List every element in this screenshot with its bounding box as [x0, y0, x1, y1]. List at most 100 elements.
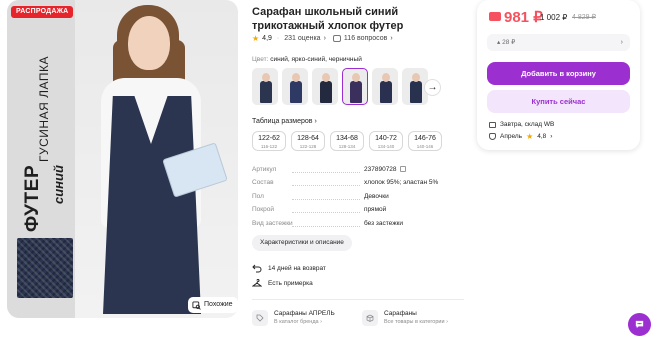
thumbnail-model-dress	[350, 81, 362, 103]
rating-row: ★ 4,9 · 231 оценка › 116 вопросов ›	[252, 34, 393, 43]
product-title: Сарафан школьный синий трикотажный хлопо…	[252, 6, 404, 32]
size-table-link[interactable]: Таблица размеров ›	[252, 118, 317, 125]
thumbnail-model-dress	[410, 81, 422, 103]
return-arrow-icon	[252, 264, 262, 273]
similar-button[interactable]: Похожие	[188, 297, 238, 313]
rating-value: 4,9	[262, 35, 272, 42]
color-thumbnail[interactable]	[312, 68, 338, 105]
chevron-right-icon: ›	[550, 133, 553, 140]
shield-icon	[489, 133, 496, 140]
photo-model-face	[128, 16, 170, 70]
specs-table: Артикул 237890728 Состав хлопок 95%; эласта…	[252, 166, 464, 233]
size-main: 140-72	[375, 135, 397, 142]
thumbnails-next-button[interactable]: →	[424, 79, 441, 96]
spec-key: Покрой	[252, 206, 274, 214]
divider	[252, 299, 464, 300]
spec-key: Состав	[252, 179, 274, 187]
box-icon	[362, 309, 378, 326]
wallet-icon	[489, 12, 501, 21]
spec-row: Покрой прямой	[252, 206, 464, 219]
spec-row: Артикул 237890728	[252, 166, 464, 179]
sale-badge: РАСПРОДАЖА	[11, 6, 74, 18]
product-photo[interactable]: РАСПРОДАЖА ФУТЕР ГУСИНАЯ ЛАПКА синий Пох…	[7, 0, 238, 318]
brand-card-subtitle: В каталог бренда ›	[274, 319, 322, 325]
copy-icon[interactable]	[399, 166, 406, 173]
size-option[interactable]: 140-72 134-140	[369, 131, 403, 151]
thumbnail-model-head	[322, 73, 330, 82]
return-text: 14 дней на возврат	[268, 264, 326, 272]
spec-row: Состав хлопок 95%; эластан 5%	[252, 179, 464, 192]
spec-value: 237890728	[364, 166, 406, 173]
characteristics-button[interactable]: Характеристики и описание	[252, 235, 352, 251]
size-main: 122-62	[258, 135, 280, 142]
spec-dots	[292, 172, 360, 173]
fitting-text: Есть примерка	[268, 279, 313, 287]
spec-row: Пол Девочки	[252, 193, 464, 206]
size-options: 122-62 116-122 128-64 122-128 134-68 128-134 1…	[252, 131, 442, 151]
thumbnail-model-head	[292, 73, 300, 82]
seller-rating: 4,8	[537, 133, 547, 140]
spec-dots	[292, 198, 360, 200]
size-main: 128-64	[297, 135, 319, 142]
size-table-label: Таблица размеров	[252, 118, 313, 125]
price-secondary: 1 002 ₽	[540, 13, 568, 22]
photo-caption-pattern: ГУСИНАЯ ЛАПКА	[37, 56, 51, 162]
size-sub: 128-134	[338, 144, 356, 149]
thumbnail-model-dress	[260, 81, 272, 103]
seller-link[interactable]: Апрель ★ 4,8 ›	[489, 132, 552, 141]
size-option[interactable]: 128-64 122-128	[291, 131, 325, 151]
size-option[interactable]: 122-62 116-122	[252, 131, 286, 151]
color-line: Цвет: синий, ярко-синий, черничный	[252, 56, 362, 63]
spec-dots	[292, 212, 360, 214]
photo-caption-fabric: ФУТЕР	[22, 164, 43, 232]
delivery-text: Завтра, склад WB	[500, 121, 555, 128]
hanger-icon	[252, 279, 262, 287]
price-card: 981 ₽ 1 002 ₽ 4 829 ₽ ▴ 28 ₽ › Добавить …	[477, 0, 640, 150]
spec-value: прямой	[364, 206, 387, 214]
reviews-link[interactable]: 231 оценка	[284, 35, 320, 42]
category-link[interactable]: Сарафаны Все товары в категории ›	[362, 309, 448, 326]
star-icon: ★	[526, 132, 534, 141]
size-sub: 134-140	[377, 144, 395, 149]
chevron-right-icon: ›	[620, 39, 623, 46]
color-thumbnail[interactable]	[372, 68, 398, 105]
installment-value: 28 ₽	[502, 39, 516, 46]
size-option[interactable]: 146-76 140-146	[408, 131, 442, 151]
spec-value: без застежки	[364, 219, 404, 227]
spec-key: Вид застежки	[252, 219, 293, 227]
color-thumbnail[interactable]	[282, 68, 308, 105]
similar-label: Похожие	[204, 301, 233, 308]
size-option[interactable]: 134-68 128-134	[330, 131, 364, 151]
brand-card-title: Сарафаны АПРЕЛЬ	[274, 310, 335, 317]
chat-button[interactable]	[628, 313, 651, 336]
image-search-icon	[192, 300, 201, 310]
chat-icon	[635, 320, 644, 329]
spec-dots	[292, 185, 360, 187]
thumbnail-model-head	[262, 73, 270, 82]
size-sub: 140-146	[416, 144, 434, 149]
chevron-right-icon: ›	[390, 35, 393, 42]
questions-link[interactable]: 116 вопросов	[344, 35, 387, 42]
color-thumbnail[interactable]	[342, 68, 368, 105]
spec-dots	[292, 225, 360, 227]
price-old: 4 829 ₽	[572, 14, 596, 21]
size-main: 146-76	[414, 135, 436, 142]
thumbnail-model-dress	[320, 81, 332, 103]
buy-now-button[interactable]: Купить сейчас	[487, 90, 630, 113]
spec-key: Артикул	[252, 166, 277, 173]
installment-row[interactable]: ▴ 28 ₽ ›	[487, 34, 630, 51]
spec-key: Пол	[252, 192, 264, 200]
brand-catalog-link[interactable]: Сарафаны АПРЕЛЬ В каталог бренда ›	[252, 309, 335, 326]
chevron-right-icon: ›	[323, 35, 326, 42]
delivery-info: Завтра, склад WB	[489, 121, 554, 128]
size-sub: 116-122	[260, 144, 278, 149]
color-label: Цвет:	[252, 56, 269, 63]
add-to-cart-button[interactable]: Добавить в корзину	[487, 62, 630, 85]
color-thumbnail[interactable]	[252, 68, 278, 105]
price-main: 981 ₽	[504, 9, 543, 26]
return-info: 14 дней на возврат	[252, 263, 326, 273]
color-value: синий, ярко-синий, черничный	[270, 56, 362, 63]
category-card-subtitle: Все товары в категории ›	[384, 319, 448, 325]
thumbnail-model-head	[412, 73, 420, 82]
thumbnail-model-head	[382, 73, 390, 82]
